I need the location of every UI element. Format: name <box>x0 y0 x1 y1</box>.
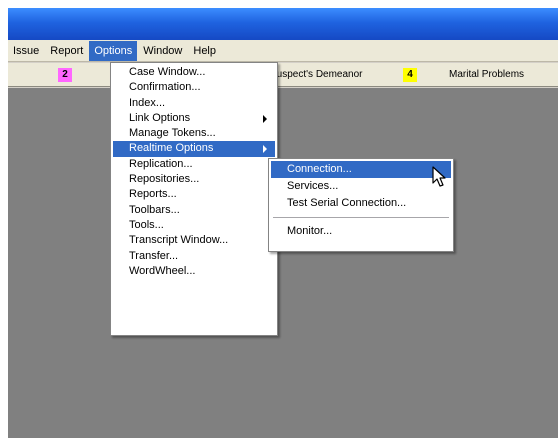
menu-window[interactable]: Window <box>138 41 187 61</box>
options-menu: Case Window... Confirmation... Index... … <box>110 62 278 336</box>
menu-issue[interactable]: Issue <box>8 41 44 61</box>
issue-tab-4-label[interactable]: Marital Problems <box>449 69 524 80</box>
submenu-arrow-icon <box>263 114 267 123</box>
mouse-pointer-icon <box>432 166 446 187</box>
issue-tab-3-label[interactable]: Suspect's Demeanor <box>270 69 363 80</box>
menu-help[interactable]: Help <box>188 41 221 61</box>
menu-item-confirmation[interactable]: Confirmation... <box>113 80 275 95</box>
menu-item-services[interactable]: Services... <box>271 178 451 195</box>
menu-item-case-window[interactable]: Case Window... <box>113 65 275 80</box>
issue-tab-2-number[interactable]: 2 <box>58 68 72 82</box>
menu-item-connection[interactable]: Connection... <box>271 161 451 178</box>
workspace-area <box>8 88 558 438</box>
menu-item-tools[interactable]: Tools... <box>113 218 275 233</box>
submenu-arrow-icon <box>263 145 267 154</box>
menu-options[interactable]: Options <box>89 40 138 61</box>
menu-item-transcript-window[interactable]: Transcript Window... <box>113 233 275 248</box>
menu-item-toolbars[interactable]: Toolbars... <box>113 203 275 218</box>
title-bar[interactable] <box>8 8 558 40</box>
issue-tab-4-number[interactable]: 4 <box>403 68 417 82</box>
realtime-options-submenu: Connection... Services... Test Serial Co… <box>268 158 454 252</box>
menu-item-repositories[interactable]: Repositories... <box>113 172 275 187</box>
menu-item-link-options[interactable]: Link Options <box>113 111 275 126</box>
menu-item-test-serial-connection[interactable]: Test Serial Connection... <box>271 195 451 212</box>
menu-item-wordwheel[interactable]: WordWheel... <box>113 264 275 279</box>
menu-bar: Issue Report Options Window Help <box>8 40 558 62</box>
menu-item-transfer[interactable]: Transfer... <box>113 249 275 264</box>
menu-item-replication[interactable]: Replication... <box>113 157 275 172</box>
issue-tab-strip: 2 Suspect's Demeanor 4 Marital Problems <box>8 63 558 87</box>
menu-item-index[interactable]: Index... <box>113 96 275 111</box>
menu-report[interactable]: Report <box>45 41 88 61</box>
menu-item-manage-tokens[interactable]: Manage Tokens... <box>113 126 275 141</box>
menu-item-realtime-options[interactable]: Realtime Options <box>113 141 275 157</box>
menu-separator <box>273 217 449 218</box>
menu-item-monitor[interactable]: Monitor... <box>271 223 451 240</box>
menu-item-reports[interactable]: Reports... <box>113 187 275 202</box>
